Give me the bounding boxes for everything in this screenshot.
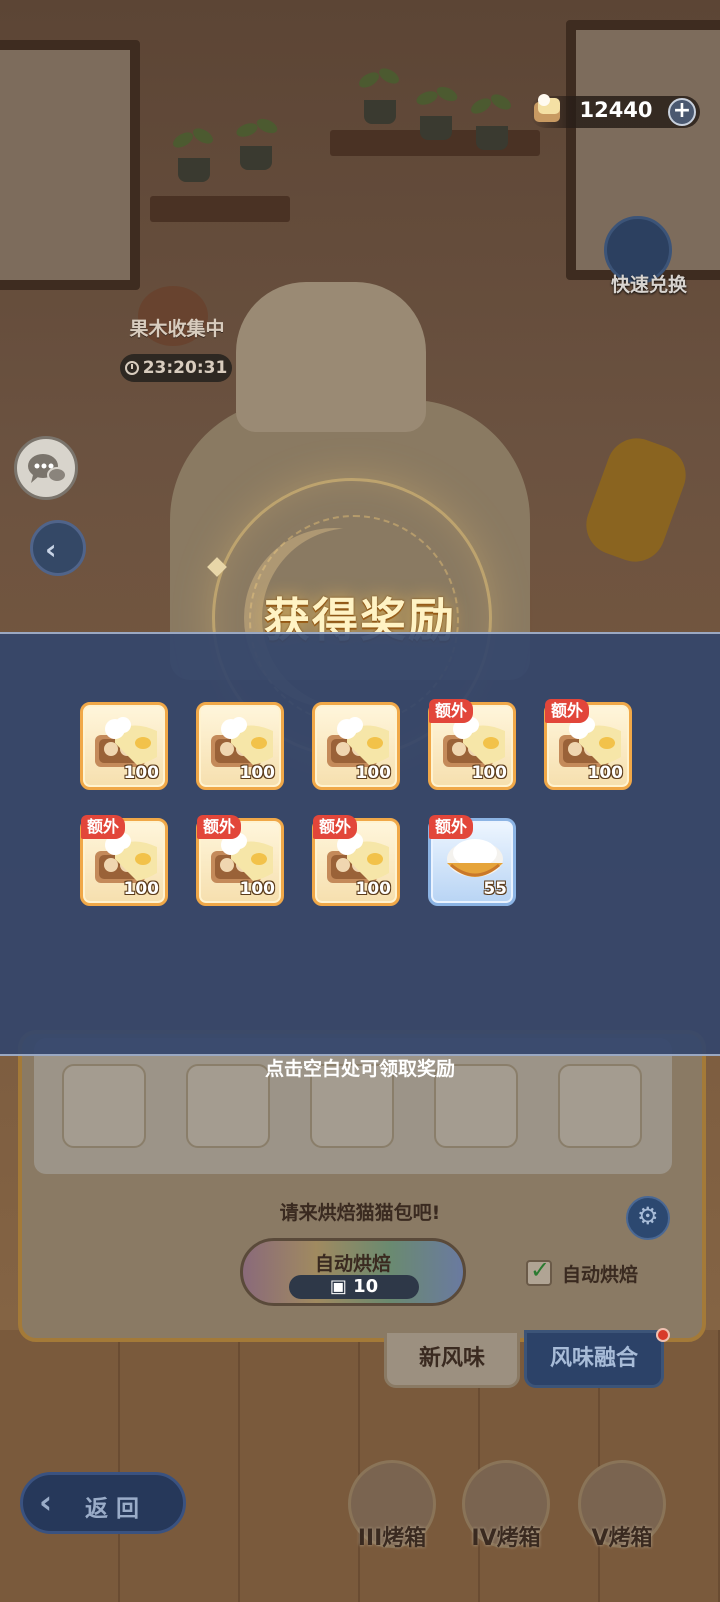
collect-label: 果木收集中 (129, 318, 225, 340)
oven-box-label: III烤箱 (357, 1526, 427, 1551)
reward-item[interactable]: 100 (196, 702, 284, 790)
oven-box-4-button[interactable]: IV烤箱 (456, 1460, 556, 1570)
auto-bake-cost: ▣ 10 (289, 1275, 419, 1299)
return-button[interactable]: ‹ 返回 (20, 1472, 186, 1534)
chef-hat (236, 282, 426, 432)
collect-timer: 23:20:31 (120, 354, 232, 382)
tab-new-flavor-label: 新风味 (418, 1346, 485, 1371)
reward-item[interactable]: 额外 55 (428, 815, 516, 906)
tab-flavor-fusion[interactable]: 风味融合 (524, 1330, 664, 1388)
clock-icon (124, 361, 139, 375)
extra-badge: 额外 (197, 815, 242, 839)
reward-quantity: 100 (355, 763, 392, 783)
left-window (0, 40, 140, 290)
oven-box-3-button[interactable]: III烤箱 (342, 1460, 442, 1570)
bake-prompt: 请来烘焙猫猫包吧! (279, 1202, 441, 1224)
oven-box-label: V烤箱 (591, 1526, 653, 1551)
plant-icon (468, 91, 516, 150)
plant-icon (232, 115, 280, 170)
reward-quantity: 100 (471, 763, 508, 783)
reward-panel[interactable]: 100 100 100 额外 100 额外 100 额外 100 额外 100 额外 100 额外 55 (0, 632, 720, 1056)
extra-badge: 额外 (429, 699, 474, 723)
currency-value: 12440 (579, 98, 653, 122)
quick-exchange-label: 快速兑换 (610, 274, 687, 296)
plant-icon (170, 125, 218, 182)
plant-icon (412, 83, 460, 140)
reward-item[interactable]: 100 (80, 702, 168, 790)
quick-exchange-button[interactable]: 快速兑换 (604, 216, 714, 306)
bread-currency-icon (534, 94, 560, 122)
auto-bake-checkbox[interactable]: ✓ (526, 1256, 552, 1286)
auto-bake-check-label: 自动烘焙 (562, 1264, 639, 1286)
chat-button[interactable] (14, 436, 78, 500)
reward-row: 100 100 100 额外 100 额外 100 (80, 699, 640, 790)
reward-item[interactable]: 额外 100 (80, 815, 168, 906)
return-label: 返回 (85, 1496, 147, 1522)
oven-box-5-button[interactable]: V烤箱 (572, 1460, 672, 1570)
tab-flavor-fusion-label: 风味融合 (549, 1346, 638, 1371)
reward-item[interactable]: 额外 100 (196, 815, 284, 906)
auto-bake-label: 自动烘焙 (314, 1253, 391, 1275)
reward-quantity: 100 (123, 879, 160, 899)
extra-badge: 额外 (81, 815, 126, 839)
plant-icon (356, 65, 404, 124)
checkmark-icon: ✓ (530, 1256, 551, 1284)
reward-item[interactable]: 额外 100 (544, 699, 632, 790)
notification-dot (656, 1328, 670, 1342)
back-arrow-icon: ‹ (39, 1483, 53, 1521)
reward-quantity: 100 (355, 879, 392, 899)
reward-quantity: 100 (239, 763, 276, 783)
bake-slot[interactable] (62, 1064, 146, 1148)
tab-new-flavor[interactable]: 新风味 (384, 1330, 520, 1388)
fruitwood-collect[interactable]: 果木收集中 23:20:31 (118, 286, 234, 390)
settings-button[interactable]: ⚙ (626, 1196, 670, 1240)
collapse-side-button[interactable]: ‹ (30, 520, 86, 576)
auto-bake-button[interactable]: 自动烘焙 ▣ 10 (240, 1238, 466, 1306)
reward-quantity: 100 (123, 763, 160, 783)
extra-badge: 额外 (545, 699, 590, 723)
bread-currency-icon: ▣ (329, 1276, 347, 1297)
bake-slot[interactable] (558, 1064, 642, 1148)
bread-currency: 12440 + (530, 94, 700, 128)
extra-badge: 额外 (313, 815, 358, 839)
oven-box-label: IV烤箱 (471, 1526, 541, 1551)
chevron-left-icon: ‹ (45, 533, 57, 566)
reward-quantity: 55 (483, 879, 507, 899)
reward-grid: 100 100 100 额外 100 额外 100 额外 100 额外 100 额外 100 额外 55 (80, 699, 640, 934)
reward-quantity: 100 (239, 879, 276, 899)
auto-bake-cost-value: 10 (353, 1276, 379, 1297)
claim-hint: 点击空白处可领取奖励 (264, 1058, 455, 1080)
shelf-left (150, 196, 290, 222)
collect-timer-value: 23:20:31 (142, 358, 228, 378)
add-currency-button[interactable]: + (668, 98, 696, 126)
reward-item[interactable]: 100 (312, 702, 400, 790)
chat-bubble-icon (28, 454, 67, 483)
bread-peel-icon (577, 429, 695, 571)
reward-row: 额外 100 额外 100 额外 100 额外 55 (80, 815, 640, 906)
reward-item[interactable]: 额外 100 (312, 815, 400, 906)
gear-icon: ⚙ (637, 1202, 659, 1230)
extra-badge: 额外 (429, 815, 474, 839)
reward-item[interactable]: 额外 100 (428, 699, 516, 790)
reward-quantity: 100 (587, 763, 624, 783)
